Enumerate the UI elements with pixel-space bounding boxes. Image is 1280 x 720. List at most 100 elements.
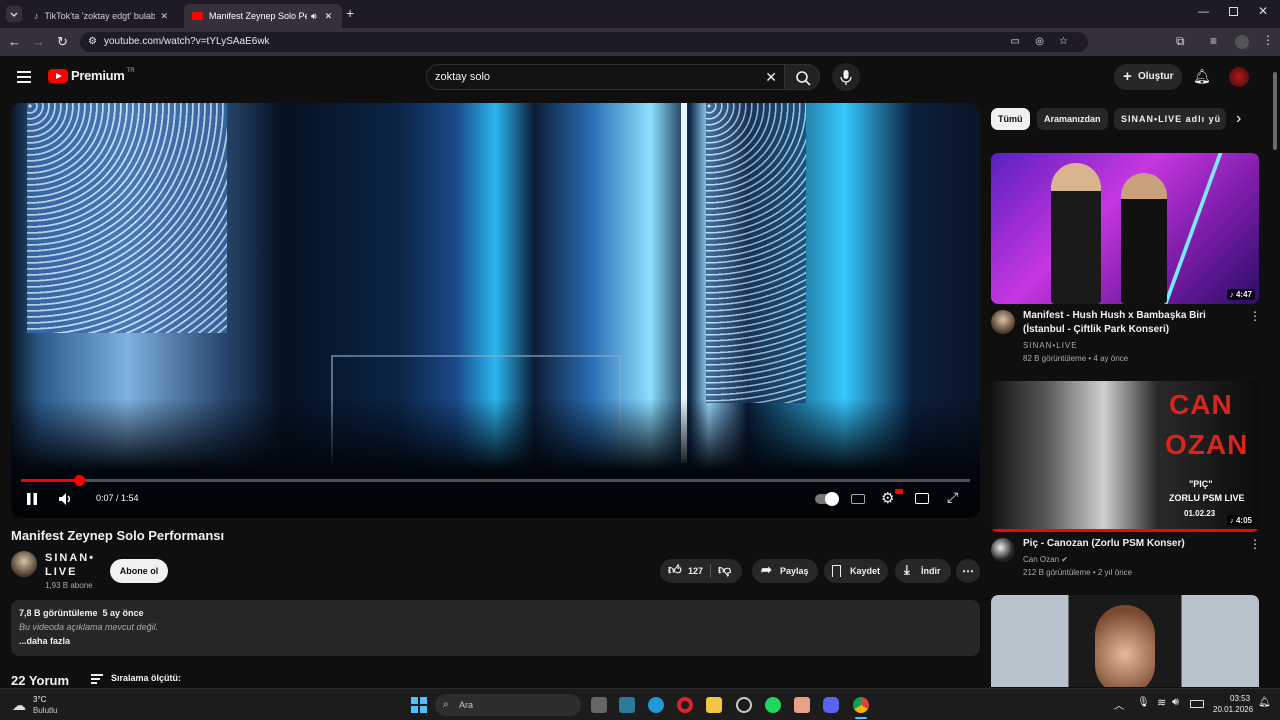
sort-by-button[interactable]: Sıralama ölçütü: — [111, 673, 181, 683]
hamburger-menu-icon[interactable] — [17, 71, 31, 83]
description-box[interactable]: 7,8 B görüntüleme 5 ay önce Bu videoda a… — [11, 600, 980, 656]
more-vertical-icon[interactable]: ⋮ — [1249, 309, 1261, 323]
video-thumbnail[interactable] — [991, 595, 1259, 687]
video-thumbnail[interactable]: CAN OZAN "PIÇ" ZORLU PSM LIVE 01.02.23 ♪… — [991, 381, 1259, 532]
file-explorer-icon[interactable] — [706, 697, 722, 713]
site-info-icon[interactable]: ⚙ — [88, 32, 97, 52]
more-actions-button[interactable]: ⋯ — [956, 559, 980, 583]
hd-badge — [895, 489, 903, 494]
pause-button[interactable] — [27, 493, 37, 505]
profile-avatar[interactable] — [1235, 35, 1249, 49]
restore-button[interactable] — [1229, 7, 1238, 16]
chrome-icon[interactable] — [853, 697, 869, 713]
battery-icon[interactable] — [1190, 700, 1204, 708]
forward-button[interactable]: → — [32, 34, 45, 49]
volume-button[interactable] — [58, 492, 74, 506]
show-hidden-icons-icon[interactable]: ︿ — [1114, 697, 1124, 712]
settings-gear-icon[interactable]: ⚙ — [881, 489, 894, 507]
search-input[interactable]: zoktay solo ✕ — [426, 64, 786, 90]
bookmark-star-icon[interactable]: ☆ — [1059, 32, 1068, 52]
related-video-title[interactable]: Manifest - Hush Hush x Bambaşka Biri (İs… — [1023, 309, 1233, 337]
youtube-premium-logo[interactable]: Premium TR — [48, 68, 135, 83]
page-scrollbar[interactable] — [1272, 60, 1278, 688]
eye-off-icon[interactable]: ◎ — [1035, 32, 1044, 52]
voice-search-button[interactable] — [832, 63, 860, 91]
extensions-icon[interactable]: ⧉ — [1176, 34, 1185, 49]
discord-icon[interactable] — [823, 697, 839, 713]
microphone-tray-icon[interactable]: 🎙︎ — [1137, 697, 1150, 708]
channel-name[interactable]: SINAN• LIVE — [45, 551, 105, 579]
more-vertical-icon[interactable]: ⋮ — [1249, 537, 1261, 551]
led-wall-left — [27, 103, 227, 333]
account-avatar[interactable] — [1229, 67, 1249, 87]
address-bar[interactable]: ⚙ youtube.com/watch?v=tYLySAaE6wk ▭ ◎ ☆ — [80, 32, 1088, 52]
related-channel-name[interactable]: Can Ozan ✔ — [1023, 555, 1068, 564]
dislike-button[interactable]: 👎︎ — [718, 558, 731, 582]
reading-list-icon[interactable]: ≡ — [1210, 34, 1217, 48]
related-video-1[interactable]: ♪ 4:47 Manifest - Hush Hush x Bambaşka B… — [991, 153, 1261, 363]
spotify-icon[interactable] — [765, 697, 781, 713]
related-video-title[interactable]: Piç - Canozan (Zorlu PSM Konser) — [1023, 537, 1233, 551]
show-more-link[interactable]: ...daha fazla — [19, 636, 972, 646]
video-player[interactable]: 0:07 / 1:54 ⚙ ⤢ — [11, 103, 980, 518]
install-app-icon[interactable]: ▭ — [1011, 32, 1020, 52]
back-button[interactable]: ← — [8, 34, 21, 49]
fullscreen-icon[interactable]: ⤢ — [947, 489, 958, 506]
browser-tab-tiktok[interactable]: ♪ TikTok'ta 'zoktay edgt' bulabili... ✕ — [26, 4, 182, 28]
sort-icon[interactable] — [91, 674, 103, 684]
related-channel-name[interactable]: SINAN•LIVE — [1023, 341, 1078, 350]
close-window-button[interactable]: ✕ — [1258, 4, 1268, 18]
search-button[interactable] — [784, 64, 820, 90]
steam-icon[interactable] — [736, 697, 752, 713]
task-view-icon[interactable] — [591, 697, 607, 713]
opera-icon[interactable] — [677, 697, 693, 713]
wifi-icon[interactable]: ≋ — [1157, 696, 1166, 709]
create-button[interactable]: + Oluştur — [1114, 64, 1182, 90]
scrollbar-thumb[interactable] — [1273, 72, 1277, 150]
share-button[interactable]: ➦ Paylaş — [752, 559, 818, 583]
progress-bar[interactable] — [21, 475, 970, 486]
channel-avatar[interactable] — [991, 538, 1015, 562]
chip-all[interactable]: Tümü — [991, 108, 1030, 130]
subscribe-button[interactable]: Abone ol — [110, 559, 168, 583]
miniplayer-icon[interactable] — [915, 493, 929, 504]
new-tab-button[interactable]: + — [346, 5, 354, 21]
save-button[interactable]: Kaydet — [824, 559, 888, 583]
video-thumbnail[interactable]: ♪ 4:47 — [991, 153, 1259, 304]
taskbar-time[interactable]: 03:53 — [1230, 694, 1250, 703]
reload-button[interactable]: ↻ — [57, 34, 68, 50]
autoplay-toggle[interactable] — [815, 492, 839, 506]
close-tab-icon[interactable]: ✕ — [161, 11, 169, 22]
chip-channel[interactable]: SINAN•LIVE adlı yü — [1114, 108, 1226, 130]
close-tab-icon[interactable]: ✕ — [325, 11, 333, 22]
tab-list-button[interactable] — [6, 6, 22, 22]
minimize-button[interactable]: — — [1198, 6, 1209, 18]
progress-scrubber[interactable] — [73, 475, 85, 486]
photos-icon[interactable] — [794, 697, 810, 713]
subtitles-icon[interactable] — [851, 494, 865, 504]
channel-avatar[interactable] — [11, 551, 37, 577]
notification-bell-icon[interactable]: 🔔︎ — [1258, 697, 1271, 708]
browser-menu-icon[interactable]: ⋮ — [1262, 33, 1274, 47]
windows-start-icon[interactable] — [411, 697, 427, 713]
like-button[interactable]: 👍︎ 127 — [668, 559, 714, 583]
browser-tab-youtube[interactable]: Manifest Zeynep Solo Perfo... 🔊︎ ✕ — [184, 4, 342, 28]
clear-search-icon[interactable]: ✕ — [765, 65, 777, 89]
chevron-right-icon[interactable]: › — [1236, 110, 1241, 128]
related-video-3[interactable] — [991, 595, 1259, 687]
speaker-icon[interactable]: 🔊︎ — [311, 11, 317, 22]
weather-widget[interactable]: ☁ 3°C Bulutlu — [12, 693, 92, 717]
channel-avatar[interactable] — [991, 310, 1015, 334]
verified-check-icon: ✔ — [1061, 555, 1068, 564]
notifications-bell-icon[interactable]: 🔔︎ — [1193, 68, 1211, 85]
chip-from-search[interactable]: Aramanızdan — [1037, 108, 1108, 130]
snipping-tool-icon[interactable] — [619, 697, 635, 713]
speaker-tray-icon[interactable]: 🔊︎ — [1172, 696, 1179, 709]
browser-tab-bar: ♪ TikTok'ta 'zoktay edgt' bulabili... ✕ … — [0, 0, 1280, 28]
related-video-2[interactable]: CAN OZAN "PIÇ" ZORLU PSM LIVE 01.02.23 ♪… — [991, 381, 1261, 577]
taskbar-date[interactable]: 20.01.2026 — [1213, 705, 1253, 714]
thumbs-up-icon: 👍︎ — [668, 562, 682, 577]
download-button[interactable]: ⤓ İndir — [895, 559, 951, 583]
edge-icon[interactable] — [648, 697, 664, 713]
taskbar-search[interactable]: ⌕ Ara — [435, 694, 581, 716]
